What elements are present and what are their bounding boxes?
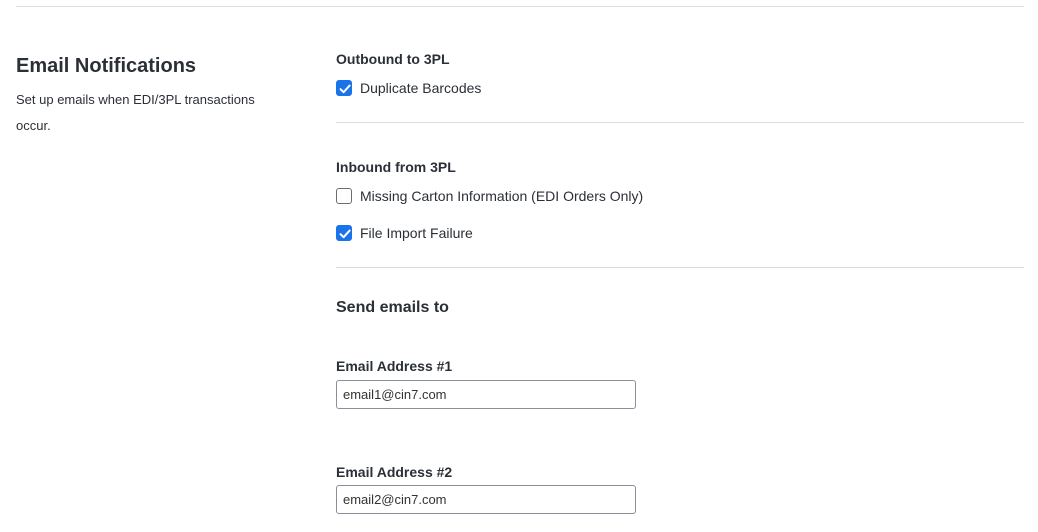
option-file-import-failure[interactable]: File Import Failure xyxy=(336,223,473,243)
option-label: Missing Carton Information (EDI Orders O… xyxy=(360,188,644,204)
checkmark-icon xyxy=(339,229,351,239)
section-title: Email Notifications xyxy=(16,55,197,77)
divider xyxy=(336,267,1024,268)
checkbox-missing-carton-information[interactable] xyxy=(336,188,352,204)
section-info: Email Notifications Set up emails when E… xyxy=(16,53,296,139)
outbound-heading: Outbound to 3PL xyxy=(336,51,450,67)
checkbox-duplicate-barcodes[interactable] xyxy=(336,80,352,96)
option-duplicate-barcodes[interactable]: Duplicate Barcodes xyxy=(336,78,481,98)
email-notifications-page: Email Notifications Set up emails when E… xyxy=(0,0,1038,532)
option-label: Duplicate Barcodes xyxy=(360,80,482,96)
top-divider xyxy=(16,6,1024,7)
option-label: File Import Failure xyxy=(360,225,473,241)
divider xyxy=(336,122,1024,123)
email-address-1-label: Email Address #1 xyxy=(336,358,453,374)
email-address-2-label: Email Address #2 xyxy=(336,464,453,480)
email-address-1-input[interactable] xyxy=(336,380,636,409)
inbound-heading: Inbound from 3PL xyxy=(336,159,456,175)
email-address-2-input[interactable] xyxy=(336,485,636,514)
checkbox-file-import-failure[interactable] xyxy=(336,225,352,241)
send-emails-heading: Send emails to xyxy=(336,299,449,316)
option-missing-carton-information[interactable]: Missing Carton Information (EDI Orders O… xyxy=(336,186,643,206)
section-description: Set up emails when EDI/3PL transactions … xyxy=(16,92,255,133)
checkmark-icon xyxy=(339,84,351,94)
